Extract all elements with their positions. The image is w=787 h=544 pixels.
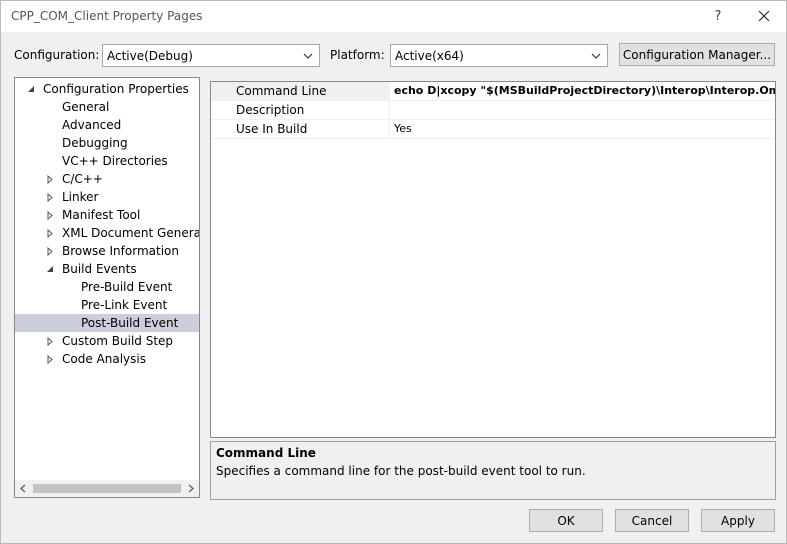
- property-value[interactable]: echo D|xcopy "$(MSBuildProjectDirectory)…: [394, 84, 775, 97]
- property-name: Use In Build: [236, 122, 308, 136]
- description-panel: Command Line Specifies a command line fo…: [210, 441, 776, 500]
- tree-item-configuration-properties[interactable]: Configuration Properties: [25, 80, 189, 98]
- tree-item-label: Advanced: [62, 118, 122, 132]
- platform-label: Platform:: [330, 48, 385, 62]
- configuration-combo[interactable]: Active(Debug): [102, 44, 320, 67]
- property-value[interactable]: Yes: [394, 122, 775, 135]
- platform-combo[interactable]: Active(x64): [390, 44, 608, 67]
- property-pages-dialog: CPP_COM_Client Property Pages ? Configur…: [0, 0, 787, 544]
- chevron-left-icon[interactable]: [18, 483, 29, 494]
- chevron-down-icon: [591, 53, 601, 59]
- apply-button[interactable]: Apply: [701, 509, 775, 532]
- tree-item-label: Build Events: [62, 262, 137, 276]
- tree-item-label: Configuration Properties: [43, 82, 189, 96]
- property-row-use-in-build[interactable]: Use In Build Yes: [211, 120, 775, 139]
- tree-item-vc-directories[interactable]: VC++ Directories: [44, 152, 168, 170]
- description-text: Specifies a command line for the post-bu…: [216, 464, 586, 478]
- collapsed-triangle-icon[interactable]: [44, 227, 56, 239]
- expanded-triangle-icon[interactable]: [25, 83, 37, 95]
- collapsed-triangle-icon[interactable]: [44, 191, 56, 203]
- collapsed-triangle-icon[interactable]: [44, 209, 56, 221]
- tree-item-label: Pre-Link Event: [81, 298, 168, 312]
- tree-item-build-events[interactable]: Build Events: [44, 260, 137, 278]
- chevron-down-icon: [303, 53, 313, 59]
- platform-value: Active(x64): [395, 49, 464, 63]
- property-row-description[interactable]: Description: [211, 101, 775, 120]
- tree-item-post-build-event[interactable]: Post-Build Event: [15, 314, 199, 332]
- property-name: Command Line: [236, 84, 327, 98]
- chevron-right-icon[interactable]: [185, 483, 196, 494]
- close-icon: [758, 10, 770, 22]
- tree-item-label: Code Analysis: [62, 352, 146, 366]
- tree-item-debugging[interactable]: Debugging: [44, 134, 128, 152]
- tree-item-pre-build-event[interactable]: Pre-Build Event: [63, 278, 172, 296]
- tree-item-label: C/C++: [62, 172, 103, 186]
- collapsed-triangle-icon[interactable]: [44, 245, 56, 257]
- ok-button[interactable]: OK: [529, 509, 603, 532]
- tree-item-label: Pre-Build Event: [81, 280, 173, 294]
- window-title: CPP_COM_Client Property Pages: [11, 9, 203, 23]
- cancel-button[interactable]: Cancel: [615, 509, 689, 532]
- tree-item-browse-information[interactable]: Browse Information: [44, 242, 179, 260]
- tree-horizontal-scrollbar[interactable]: [15, 480, 199, 497]
- tree-item-label: General: [62, 100, 110, 114]
- configuration-manager-button[interactable]: Configuration Manager...: [619, 43, 775, 66]
- title-bar: CPP_COM_Client Property Pages ?: [1, 1, 786, 32]
- collapsed-triangle-icon[interactable]: [44, 173, 56, 185]
- tree-item-label: Custom Build Step: [62, 334, 174, 348]
- tree-item-c-c[interactable]: C/C++: [44, 170, 103, 188]
- collapsed-triangle-icon[interactable]: [44, 353, 56, 365]
- tree-item-custom-build-step[interactable]: Custom Build Step: [44, 332, 173, 350]
- tree-item-general[interactable]: General: [44, 98, 109, 116]
- scrollbar-thumb[interactable]: [33, 484, 181, 493]
- category-tree: Configuration Properties General Advanced D…: [14, 77, 200, 498]
- configuration-label: Configuration:: [14, 48, 100, 62]
- configuration-value: Active(Debug): [107, 49, 193, 63]
- tree-item-code-analysis[interactable]: Code Analysis: [44, 350, 146, 368]
- tree-item-label: XML Document Generator: [62, 226, 200, 240]
- property-name: Description: [236, 103, 305, 117]
- property-row-command-line[interactable]: Command Line echo D|xcopy "$(MSBuildProj…: [211, 82, 775, 101]
- close-button[interactable]: [745, 3, 783, 29]
- collapsed-triangle-icon[interactable]: [44, 335, 56, 347]
- tree-item-manifest-tool[interactable]: Manifest Tool: [44, 206, 140, 224]
- description-title: Command Line: [216, 446, 316, 460]
- tree-item-label: Debugging: [62, 136, 128, 150]
- tree-item-label: Browse Information: [62, 244, 179, 258]
- tree-item-xml-document-generator[interactable]: XML Document Generator: [44, 224, 200, 242]
- tree-item-label: Linker: [62, 190, 99, 204]
- expanded-triangle-icon[interactable]: [44, 263, 56, 275]
- tree-item-label: VC++ Directories: [62, 154, 168, 168]
- help-button[interactable]: ?: [701, 3, 735, 29]
- tree-item-linker[interactable]: Linker: [44, 188, 98, 206]
- tree-item-label: Manifest Tool: [62, 208, 141, 222]
- tree-item-pre-link-event[interactable]: Pre-Link Event: [63, 296, 167, 314]
- tree-item-advanced[interactable]: Advanced: [44, 116, 121, 134]
- property-grid: Command Line echo D|xcopy "$(MSBuildProj…: [210, 81, 776, 438]
- tree-item-label: Post-Build Event: [81, 316, 179, 330]
